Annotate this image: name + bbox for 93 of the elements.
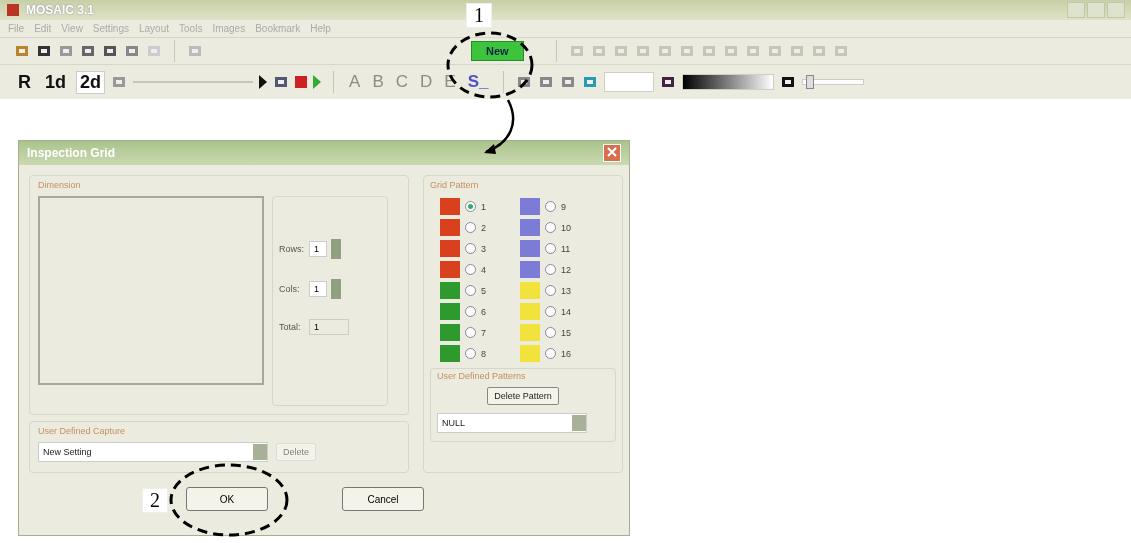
radio-label: 3 <box>481 243 486 254</box>
pattern-swatch[interactable] <box>520 219 540 236</box>
menu-item[interactable]: Bookmark <box>255 23 301 34</box>
pattern-swatch[interactable] <box>440 240 460 257</box>
total-label: Total: <box>279 322 302 332</box>
window-title: MOSAIC 3.1 <box>26 3 94 17</box>
menu-item[interactable]: Settings <box>92 23 129 34</box>
pattern-swatch[interactable] <box>520 282 540 299</box>
radio-button[interactable] <box>465 264 476 275</box>
radio-button[interactable] <box>545 327 556 338</box>
zoom-field[interactable] <box>604 72 655 92</box>
radio-button[interactable] <box>465 201 476 212</box>
radio-label: 13 <box>561 285 571 296</box>
radio-label: 4 <box>481 264 486 275</box>
step-number: 2 <box>142 488 168 513</box>
close-icon <box>607 147 617 157</box>
group-label: Dimension <box>38 180 82 190</box>
group-label: User Defined Patterns <box>437 371 527 381</box>
radio-label: 15 <box>561 327 571 338</box>
letter-button[interactable]: S_ <box>464 72 492 92</box>
gradient-bar[interactable] <box>682 74 775 90</box>
group-label: User Defined Capture <box>38 426 127 436</box>
step-number: 1 <box>466 3 492 28</box>
capture-dropdown[interactable]: New Setting <box>38 442 268 462</box>
radio-button[interactable] <box>465 285 476 296</box>
new-button[interactable]: New <box>471 41 524 61</box>
radio-button[interactable] <box>545 348 556 359</box>
cols-field[interactable]: 1 <box>309 281 327 297</box>
slider-thumb[interactable] <box>806 75 815 89</box>
radio-button[interactable] <box>545 222 556 233</box>
pattern-swatch[interactable] <box>520 324 540 341</box>
menu-item[interactable]: Tools <box>179 23 203 34</box>
dialog-button[interactable]: Cancel <box>342 487 424 511</box>
radio-label: 9 <box>561 201 566 212</box>
menu-item[interactable]: Images <box>212 23 246 34</box>
radio-button[interactable] <box>545 264 556 275</box>
radio-button[interactable] <box>545 201 556 212</box>
pattern-swatch[interactable] <box>520 198 540 215</box>
radio-button[interactable] <box>465 327 476 338</box>
radio-button[interactable] <box>465 348 476 359</box>
radio-button[interactable] <box>545 285 556 296</box>
mode-button[interactable]: R <box>14 70 35 94</box>
mode-button[interactable]: 2d <box>76 70 106 94</box>
radio-label: 1 <box>481 201 486 212</box>
radio-button[interactable] <box>465 306 476 317</box>
dialog-title: Inspection Grid <box>27 146 115 160</box>
menu-item[interactable]: Help <box>310 23 331 34</box>
radio-label: 11 <box>561 243 571 254</box>
radio-label: 7 <box>481 327 486 338</box>
menu-item[interactable]: Layout <box>139 23 170 34</box>
menu-item[interactable]: Edit <box>34 23 52 34</box>
minimize-button[interactable] <box>1067 2 1085 18</box>
radio-label: 16 <box>561 348 571 359</box>
cols-label: Cols: <box>279 284 301 294</box>
pattern-swatch[interactable] <box>440 324 460 341</box>
pattern-swatch[interactable] <box>520 303 540 320</box>
dialog-button[interactable]: OK <box>186 487 268 511</box>
stop-icon[interactable] <box>295 76 308 88</box>
radio-label: 2 <box>481 222 486 233</box>
pattern-dropdown[interactable]: NULL <box>437 413 587 433</box>
pattern-swatch[interactable] <box>520 261 540 278</box>
radio-label: 6 <box>481 306 486 317</box>
radio-label: 12 <box>561 264 571 275</box>
delete-pattern-button[interactable]: Delete Pattern <box>487 387 559 405</box>
maximize-button[interactable] <box>1087 2 1105 18</box>
total-field: 1 <box>309 319 349 335</box>
pattern-swatch[interactable] <box>440 261 460 278</box>
app-logo-icon <box>6 3 20 17</box>
group-label: Grid Pattern <box>430 180 480 190</box>
radio-label: 5 <box>481 285 486 296</box>
pattern-swatch[interactable] <box>440 303 460 320</box>
radio-label: 8 <box>481 348 486 359</box>
menu-item[interactable]: View <box>61 23 83 34</box>
radio-label: 14 <box>561 306 571 317</box>
pattern-swatch[interactable] <box>440 219 460 236</box>
close-button[interactable] <box>1107 2 1125 18</box>
pattern-swatch[interactable] <box>440 198 460 215</box>
radio-label: 10 <box>561 222 571 233</box>
rows-field[interactable]: 1 <box>309 241 327 257</box>
pattern-swatch[interactable] <box>520 345 540 362</box>
play-icon[interactable] <box>259 75 268 89</box>
pattern-swatch[interactable] <box>520 240 540 257</box>
radio-button[interactable] <box>545 306 556 317</box>
menu-item[interactable]: File <box>8 23 25 34</box>
spinner[interactable] <box>331 279 341 299</box>
radio-button[interactable] <box>545 243 556 254</box>
mode-button[interactable]: 1d <box>41 70 70 94</box>
rows-label: Rows: <box>279 244 305 254</box>
radio-button[interactable] <box>465 243 476 254</box>
pattern-swatch[interactable] <box>440 345 460 362</box>
pattern-swatch[interactable] <box>440 282 460 299</box>
radio-button[interactable] <box>465 222 476 233</box>
spinner[interactable] <box>331 239 341 259</box>
